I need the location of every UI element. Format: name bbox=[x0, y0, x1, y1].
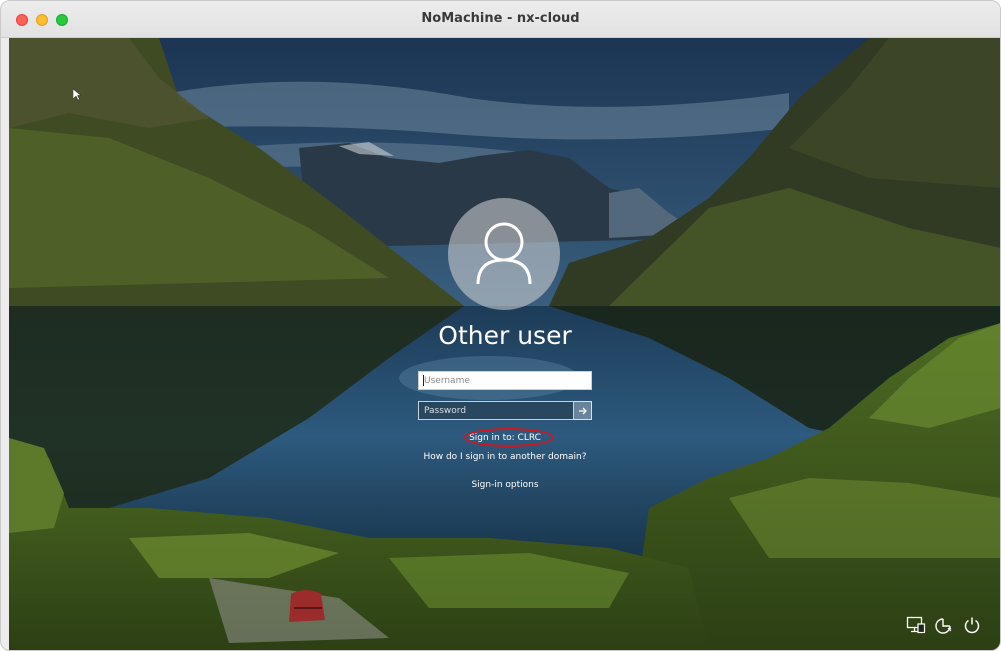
arrow-right-icon bbox=[578, 407, 587, 414]
username-field[interactable] bbox=[418, 371, 592, 390]
text-caret bbox=[423, 375, 424, 386]
power-button[interactable] bbox=[961, 614, 983, 636]
title-bar: NoMachine - nx-cloud bbox=[1, 1, 1000, 38]
network-button[interactable] bbox=[905, 614, 927, 636]
password-field[interactable] bbox=[418, 401, 574, 420]
mouse-cursor-icon bbox=[73, 89, 81, 101]
sign-in-options-link[interactable]: Sign-in options bbox=[9, 480, 1000, 490]
account-display-name: Other user bbox=[438, 321, 572, 350]
user-avatar bbox=[448, 198, 560, 310]
remote-desktop-screen[interactable]: Other user Sign in to: CLRC How do I sig… bbox=[9, 38, 1000, 650]
window-title: NoMachine - nx-cloud bbox=[421, 11, 580, 26]
accessibility-icon bbox=[935, 618, 952, 634]
other-domain-link[interactable]: How do I sign in to another domain? bbox=[9, 452, 1000, 462]
power-icon bbox=[964, 617, 980, 634]
submit-button[interactable] bbox=[574, 401, 592, 420]
red-highlight-oval bbox=[464, 428, 554, 447]
accessibility-button[interactable] bbox=[933, 614, 955, 636]
nomachine-window: NoMachine - nx-cloud Other user Username… bbox=[0, 0, 1001, 651]
user-silhouette-icon bbox=[476, 222, 532, 285]
network-icon bbox=[906, 616, 926, 634]
